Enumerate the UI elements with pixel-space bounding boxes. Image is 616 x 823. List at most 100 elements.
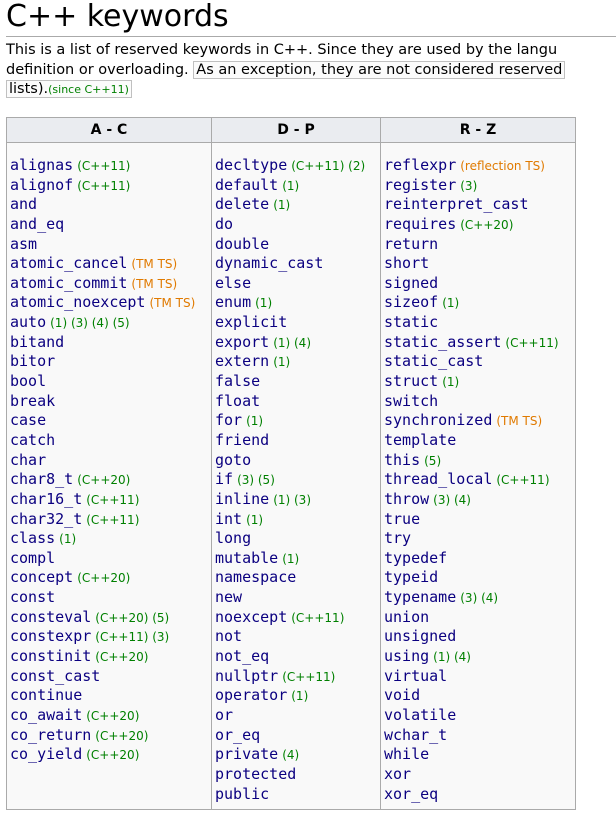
keyword-link[interactable]: concept: [10, 568, 73, 586]
keyword-link[interactable]: do: [215, 215, 233, 233]
keyword-note[interactable]: (TM TS): [149, 296, 195, 310]
keyword-link[interactable]: class: [10, 529, 55, 547]
keyword-link[interactable]: dynamic_cast: [215, 254, 323, 272]
keyword-link[interactable]: asm: [10, 235, 37, 253]
keyword-link[interactable]: synchronized: [384, 411, 492, 429]
keyword-link[interactable]: else: [215, 274, 251, 292]
keyword-note[interactable]: (1): [246, 513, 263, 527]
keyword-link[interactable]: atomic_cancel: [10, 254, 127, 272]
keyword-note[interactable]: (C++20): [77, 473, 130, 487]
keyword-link[interactable]: private: [215, 745, 278, 763]
keyword-link[interactable]: if: [215, 470, 233, 488]
keyword-note[interactable]: (C++20): [95, 650, 148, 664]
keyword-link[interactable]: return: [384, 235, 438, 253]
keyword-link[interactable]: const_cast: [10, 667, 100, 685]
keyword-note[interactable]: (C++11): [77, 179, 130, 193]
keyword-note[interactable]: (1): [282, 552, 299, 566]
keyword-link[interactable]: void: [384, 686, 420, 704]
keyword-note[interactable]: (TM TS): [131, 257, 177, 271]
keyword-link[interactable]: and_eq: [10, 215, 64, 233]
keyword-link[interactable]: constexpr: [10, 627, 91, 645]
keyword-link[interactable]: operator: [215, 686, 287, 704]
keyword-link[interactable]: reflexpr: [384, 156, 456, 174]
keyword-note[interactable]: (C++11): [77, 159, 130, 173]
keyword-note[interactable]: (1): [442, 296, 459, 310]
keyword-link[interactable]: while: [384, 745, 429, 763]
keyword-note[interactable]: (1): [273, 355, 290, 369]
keyword-note[interactable]: (C++20): [86, 709, 139, 723]
keyword-link[interactable]: auto: [10, 313, 46, 331]
keyword-link[interactable]: requires: [384, 215, 456, 233]
keyword-link[interactable]: for: [215, 411, 242, 429]
keyword-note[interactable]: (C++11) (2): [291, 159, 365, 173]
keyword-note[interactable]: (C++11): [505, 336, 558, 350]
keyword-link[interactable]: double: [215, 235, 269, 253]
keyword-note[interactable]: (C++20): [77, 571, 130, 585]
keyword-note[interactable]: (1) (4): [433, 650, 471, 664]
keyword-note[interactable]: (C++11): [86, 513, 139, 527]
keyword-link[interactable]: not: [215, 627, 242, 645]
keyword-note[interactable]: (reflection TS): [460, 159, 545, 173]
keyword-note[interactable]: (1) (3): [273, 493, 311, 507]
keyword-link[interactable]: public: [215, 785, 269, 803]
keyword-link[interactable]: char: [10, 451, 46, 469]
keyword-link[interactable]: or_eq: [215, 726, 260, 744]
keyword-link[interactable]: co_await: [10, 706, 82, 724]
keyword-link[interactable]: char16_t: [10, 490, 82, 508]
keyword-note[interactable]: (4): [282, 748, 299, 762]
keyword-note[interactable]: (1): [282, 179, 299, 193]
keyword-link[interactable]: default: [215, 176, 278, 194]
keyword-link[interactable]: long: [215, 529, 251, 547]
keyword-link[interactable]: namespace: [215, 568, 296, 586]
keyword-link[interactable]: export: [215, 333, 269, 351]
keyword-note[interactable]: (1): [273, 198, 290, 212]
keyword-note[interactable]: (C++11): [291, 611, 344, 625]
keyword-note[interactable]: (3) (4): [433, 493, 471, 507]
keyword-link[interactable]: int: [215, 510, 242, 528]
keyword-link[interactable]: char8_t: [10, 470, 73, 488]
keyword-note[interactable]: (3) (5): [237, 473, 275, 487]
keyword-link[interactable]: goto: [215, 451, 251, 469]
keyword-link[interactable]: short: [384, 254, 429, 272]
keyword-link[interactable]: nullptr: [215, 667, 278, 685]
keyword-link[interactable]: catch: [10, 431, 55, 449]
keyword-note[interactable]: (1): [255, 296, 272, 310]
keyword-note[interactable]: (TM TS): [131, 277, 177, 291]
keyword-note[interactable]: (C++20) (5): [95, 611, 169, 625]
keyword-link[interactable]: signed: [384, 274, 438, 292]
keyword-link[interactable]: noexcept: [215, 608, 287, 626]
keyword-link[interactable]: static_assert: [384, 333, 501, 351]
keyword-note[interactable]: (C++20): [95, 729, 148, 743]
keyword-link[interactable]: decltype: [215, 156, 287, 174]
keyword-link[interactable]: char32_t: [10, 510, 82, 528]
keyword-link[interactable]: throw: [384, 490, 429, 508]
keyword-link[interactable]: switch: [384, 392, 438, 410]
keyword-note[interactable]: (1): [291, 689, 308, 703]
keyword-link[interactable]: enum: [215, 293, 251, 311]
keyword-link[interactable]: virtual: [384, 667, 447, 685]
keyword-link[interactable]: typedef: [384, 549, 447, 567]
keyword-link[interactable]: and: [10, 195, 37, 213]
keyword-link[interactable]: static_cast: [384, 352, 483, 370]
keyword-link[interactable]: xor: [384, 765, 411, 783]
keyword-link[interactable]: thread_local: [384, 470, 492, 488]
keyword-link[interactable]: const: [10, 588, 55, 606]
keyword-link[interactable]: co_yield: [10, 745, 82, 763]
keyword-link[interactable]: constinit: [10, 647, 91, 665]
keyword-link[interactable]: inline: [215, 490, 269, 508]
keyword-note[interactable]: (1) (4): [273, 336, 311, 350]
keyword-link[interactable]: using: [384, 647, 429, 665]
keyword-link[interactable]: volatile: [384, 706, 456, 724]
keyword-note[interactable]: (1) (3) (4) (5): [50, 316, 129, 330]
keyword-note[interactable]: (C++11): [86, 493, 139, 507]
keyword-note[interactable]: (3): [460, 179, 477, 193]
keyword-link[interactable]: try: [384, 529, 411, 547]
keyword-link[interactable]: case: [10, 411, 46, 429]
keyword-link[interactable]: xor_eq: [384, 785, 438, 803]
keyword-link[interactable]: continue: [10, 686, 82, 704]
keyword-link[interactable]: alignas: [10, 156, 73, 174]
keyword-note[interactable]: (TM TS): [496, 414, 542, 428]
keyword-link[interactable]: this: [384, 451, 420, 469]
keyword-link[interactable]: consteval: [10, 608, 91, 626]
keyword-link[interactable]: static: [384, 313, 438, 331]
